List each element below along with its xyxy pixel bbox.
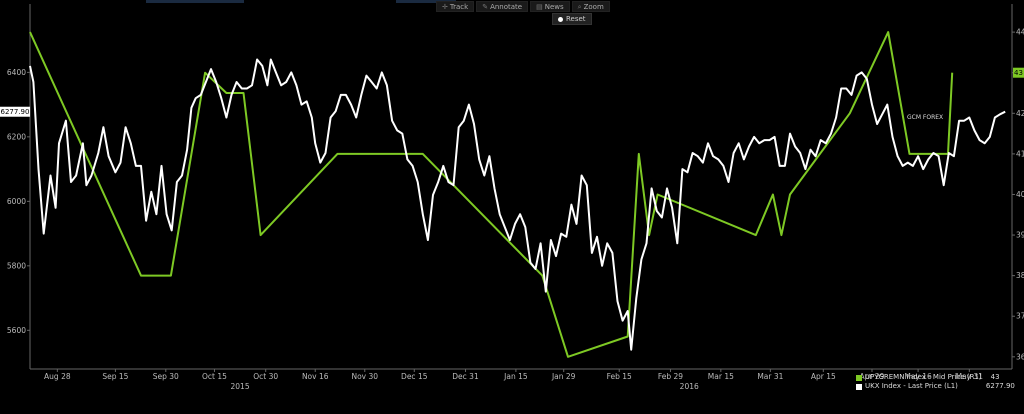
zoom-icon: ⌕ xyxy=(577,3,582,11)
pencil-icon: ✎ xyxy=(482,3,489,11)
left-tick-label: 5800 xyxy=(7,261,26,270)
right-tick-label: 39 xyxy=(1016,231,1024,240)
series-line-ukx xyxy=(29,58,1006,351)
right-tick-label: 36 xyxy=(1016,352,1024,361)
x-tick-label: Dec 31 xyxy=(452,372,479,381)
right-tick-label: 44 xyxy=(1016,28,1024,37)
legend-label-ukx: UKX Index - Last Price (L1) xyxy=(865,382,958,390)
annotate-button[interactable]: ✎ Annotate xyxy=(476,1,529,12)
x-tick-label: Oct 15 xyxy=(202,372,227,381)
x-tick-label: Feb 29 xyxy=(658,372,683,381)
x-tick-label: Nov 30 xyxy=(351,372,378,381)
line-chart: 5600 5800 6000 6200 6400 36 37 38 39 40 41 42 43 44 Au… xyxy=(0,4,1024,391)
last-value-left: 6277.90 xyxy=(1,108,30,116)
legend-item-upygremn: UPYGREMN Index - Mid Price (R1) 43 xyxy=(856,373,1015,382)
zoom-button[interactable]: ⌕ Zoom xyxy=(571,1,610,12)
series-line-upygremn xyxy=(29,31,954,358)
year-label: 2016 xyxy=(680,382,699,391)
left-tick-label: 6000 xyxy=(7,197,26,206)
crosshair-icon: ✛ xyxy=(442,3,448,11)
x-tick-label: Feb 15 xyxy=(607,372,632,381)
x-tick-label: Sep 15 xyxy=(102,372,128,381)
last-value-right: 43 xyxy=(1014,69,1023,77)
annotate-label: Annotate xyxy=(490,3,523,11)
x-tick-label: Aug 28 xyxy=(44,372,71,381)
right-tick-label: 42 xyxy=(1016,109,1024,118)
zoom-label: Zoom xyxy=(583,3,604,11)
reset-label: Reset xyxy=(566,15,586,23)
chart-annotation: GCM FOREX xyxy=(907,114,943,121)
track-button[interactable]: ✛ Track xyxy=(436,1,475,12)
chart-legend: UPYGREMN Index - Mid Price (R1) 43 UKX I… xyxy=(856,373,1015,391)
right-tick-label: 41 xyxy=(1016,149,1024,158)
news-icon: ▤ xyxy=(536,3,543,11)
x-tick-label: Dec 15 xyxy=(401,372,428,381)
news-label: News xyxy=(544,3,564,11)
chart-toolbar: ✛ Track ✎ Annotate ▤ News ⌕ Zoom xyxy=(436,1,610,12)
legend-value-ukx: 6277.90 xyxy=(985,382,1015,390)
x-tick-label: Nov 16 xyxy=(302,372,329,381)
left-tick-label: 6400 xyxy=(7,68,26,77)
x-tick-label: Mar 31 xyxy=(757,372,783,381)
x-tick-label: Sep 30 xyxy=(153,372,179,381)
left-tick-label: 5600 xyxy=(7,326,26,335)
x-tick-label: Mar 15 xyxy=(708,372,734,381)
right-tick-label: 37 xyxy=(1016,312,1024,321)
reset-icon xyxy=(558,16,563,22)
reset-button[interactable]: Reset xyxy=(552,13,592,25)
x-tick-label: Oct 30 xyxy=(253,372,278,381)
legend-label-upygremn: UPYGREMN Index - Mid Price (R1) xyxy=(865,373,982,381)
right-tick-label: 38 xyxy=(1016,271,1024,280)
x-tick-label: Apr 15 xyxy=(811,372,836,381)
x-tick-label: Jan 15 xyxy=(503,372,528,381)
x-tick-label: Jan 29 xyxy=(551,372,576,381)
legend-swatch-green xyxy=(856,374,862,381)
year-label: 2015 xyxy=(231,382,250,391)
legend-item-ukx: UKX Index - Last Price (L1) 6277.90 xyxy=(856,382,1015,391)
track-label: Track xyxy=(449,3,469,11)
news-button[interactable]: ▤ News xyxy=(530,1,570,12)
right-tick-label: 40 xyxy=(1016,190,1024,199)
left-tick-label: 6200 xyxy=(7,132,26,141)
legend-swatch-white xyxy=(856,383,862,390)
legend-value-upygremn: 43 xyxy=(990,373,1000,381)
